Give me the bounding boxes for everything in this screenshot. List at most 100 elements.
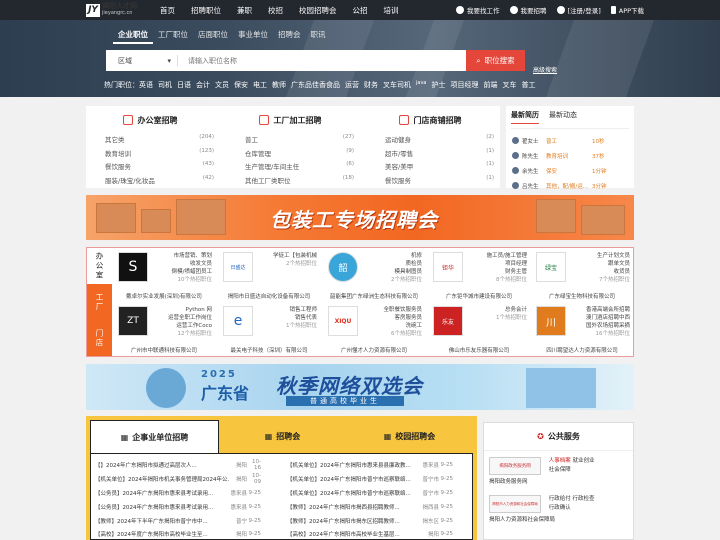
list-item[interactable]: 【机关单位】2024年揭阳市机关事务管理局2024年公... 揭阳 10-09 [95,473,261,485]
nav-training[interactable]: 培训 [376,5,407,16]
hot-keyword[interactable]: 运营 [345,80,359,90]
category-item[interactable]: 仓库管理 (9) [226,148,354,162]
nav-jobs[interactable]: 招聘职位 [183,5,229,16]
category-item[interactable]: 生产管理/车间主任 (6) [226,161,354,175]
resume-row[interactable]: 吕先生 其他，配/搬/运... 3分钟 [511,178,629,193]
list-item[interactable]: 【机关单位】2024年广东揭阳市普宁市巡察联络... 普宁市 9-25 [287,487,453,499]
tab-job-fair[interactable]: ▦ 招聘会 [219,420,346,453]
hot-keyword[interactable]: 司机 [158,80,172,90]
category-item[interactable]: 教育培训 (123) [86,148,214,162]
autumn-fair-banner[interactable]: 2025 广东省 秋季网络双选会 普通高校毕业生 [86,364,634,410]
list-item[interactable]: 【机关单位】2024年广东揭阳市普宁市巡察联络... 普宁市 9-25 [287,473,453,485]
company-card[interactable]: S 市场营销、策划 收发文员 倒模/喷蜡团员工 10个热招职位 戴卓尔实业发展(深圳)… [112,248,216,302]
find-job-link[interactable]: 我要找工作 [456,5,500,15]
resume-row[interactable]: 翟女士 普工 10秒 [511,133,629,148]
nav-public-recruit[interactable]: 公招 [345,5,376,16]
featured-companies: 办公室 工厂 门店 S 市场营销、策划 收发文员 倒模/喷蜡团员工 10个热招职位 戴… [86,247,634,357]
app-download-link[interactable]: APP下载 [610,5,644,15]
nav-campus[interactable]: 校招 [260,5,291,16]
category-item[interactable]: 服装/珠宝/化妆品 (42) [86,175,214,189]
company-card[interactable]: XIQU 全职餐饮服务员 客房服务员 洗碗工 6个热招职位 广州懂才人力资源有限公司 [322,302,426,356]
avatar [512,167,519,174]
category-item[interactable]: 美容/美甲 (1) [366,161,494,175]
tab-office[interactable]: 办公室 [87,248,112,284]
tab-institution[interactable]: 事业单位 [233,29,273,44]
search-input[interactable] [178,56,438,65]
hot-keyword[interactable]: 叉车 [502,80,516,90]
list-item[interactable]: 【公务员】2024年广东揭阳市惠来县考试录用... 惠来县 9-25 [95,501,261,513]
person-icon [509,6,518,14]
search-icon: ⌕ [476,55,481,65]
category-title[interactable]: 门店商铺招聘 [414,115,462,126]
company-card[interactable]: 钜华 施工员/施工管理 项目经理 财务主管 8个热招职位 广东钜华城市建设有限公司 [427,248,531,302]
list-item[interactable]: 【教师】2024年广东揭阳市揭东区招聘教师... 揭东区 9-25 [287,515,453,527]
hot-keyword[interactable]: 保安 [234,80,248,90]
hot-keyword[interactable]: 教师 [272,80,286,90]
packing-fair-banner[interactable]: 包装工专场招聘会 [86,195,634,240]
category-item[interactable]: 餐饮服务 (43) [86,161,214,175]
box-illustration [141,209,171,233]
company-card[interactable]: 绿宝 生产计划文员 跟单文员 收货员 7个热招职位 广东绿宝生物科技有限公司 [530,248,634,302]
category-title[interactable]: 办公室招聘 [138,115,178,126]
tab-institution-jobs[interactable]: ▦ 企事业单位招聘 [90,420,219,453]
hot-keyword[interactable]: java [416,80,426,90]
category-title[interactable]: 工厂加工招聘 [274,115,322,126]
hot-keyword[interactable]: 叉车司机 [383,80,411,90]
list-item[interactable]: 【教师】2024年广东揭阳市揭西县招聘教师... 揭西县 9-25 [287,501,453,513]
hot-keyword[interactable]: 普工 [521,80,535,90]
hot-keyword[interactable]: 项目经理 [450,80,478,90]
search-button[interactable]: ⌕ 职位搜索 [466,50,525,71]
tab-store-jobs[interactable]: 店面职位 [193,29,233,44]
company-card[interactable]: 乐友 总务会计 1个热招职位 佛山市乐友乐器有限公司 [427,302,531,356]
hot-keyword[interactable]: 电工 [253,80,267,90]
hot-keyword[interactable]: 日语 [177,80,191,90]
nav-campus-fair[interactable]: 校园招聘会 [291,5,345,16]
category-item[interactable]: 其它类 (204) [86,134,214,148]
category-item[interactable]: 其他工厂类职位 (18) [226,175,354,189]
nav-parttime[interactable]: 兼职 [229,5,260,16]
advanced-search-link[interactable]: 高级搜索 [533,65,557,74]
company-card[interactable]: 日盛达 学徒工【包装机械 2个热招职位 揭阳市日盛达自动化设备有限公司 [217,248,321,302]
tab-latest-resumes[interactable]: 最新简历 [511,110,539,124]
hot-keyword[interactable]: 文员 [215,80,229,90]
site-logo[interactable]: JY 揭阳人才网 jieyangrc.cn [86,3,137,17]
hot-keyword[interactable]: 广东品佳香食品 [291,80,340,90]
company-card[interactable]: ZT Python 网运营全职工作岗位 运营工作Coco 12个热招职位 广州市中联… [112,302,216,356]
hot-keyword[interactable]: 护士 [431,80,445,90]
category-item[interactable]: 超市/零售 (1) [366,148,494,162]
company-card[interactable]: 川 香港高端会所招聘 澳门酒店招聘中西 国外农场招聘采摘 16个热招职位 四川聘望达人… [530,302,634,356]
service-item[interactable]: 揭阳市人力资源和社会保障局 行政给付 行政检查 行政确认 揭阳人力资源和社会保障局 [489,495,595,523]
tab-store[interactable]: 门店 [87,320,112,356]
resume-row[interactable]: 陈先生 教育培训 37秒 [511,148,629,163]
main-nav: 首页 招聘职位 兼职 校招 校园招聘会 公招 培训 [152,0,407,20]
list-item[interactable]: 【公务员】2024年广东揭阳市惠来县考试录用... 惠来县 9-25 [95,487,261,499]
category-item[interactable]: 餐饮服务 (1) [366,175,494,189]
tab-factory[interactable]: 工厂 [87,284,112,320]
tab-factory-jobs[interactable]: 工厂职位 [153,29,193,44]
list-item[interactable]: 【】2024年广东揭阳市拟通过高层次人... 揭阳 10-16 [95,459,261,471]
category-item[interactable]: 普工 (27) [226,134,354,148]
category-item[interactable]: 运动健身 (2) [366,134,494,148]
tab-latest-news[interactable]: 最新动态 [549,110,577,124]
hot-keyword[interactable]: 英语 [139,80,153,90]
list-item[interactable]: 【教师】2024年下半年广东揭阳市普宁市中... 普宁 9-25 [95,515,261,527]
resume-row[interactable]: 余先生 保安 1分钟 [511,163,629,178]
list-item[interactable]: 【机关单位】2024年广东揭阳市惠来县县廉政教... 惠来县 9-25 [287,459,453,471]
company-name: 四川聘望达人力资源有限公司 [546,348,618,354]
tab-campus-fair[interactable]: ▦ 校园招聘会 [346,420,473,453]
company-card[interactable]: e 销售工程师 销售代表 1个热招职位 最关电子科技（深圳）有限公司 [217,302,321,356]
nav-home[interactable]: 首页 [152,5,183,16]
hot-keyword[interactable]: 财务 [364,80,378,90]
recruit-link[interactable]: 我要招聘 [509,5,547,15]
tab-company-jobs[interactable]: 企业职位 [113,29,153,44]
company-card[interactable]: 韶 机修 质检员 模具制图员 2个热招职位 韶能集团广东绿洲生态科技有限公司 [322,248,426,302]
area-select[interactable]: 区域 ▾ [106,55,178,66]
hot-keyword[interactable]: 前端 [483,80,497,90]
hot-keyword[interactable]: 会计 [196,80,210,90]
list-item[interactable]: 【高校】2024年度广东揭阳市高校毕业生至... 揭阳 9-25 [95,528,261,540]
list-item[interactable]: 【高校】2024年广东揭阳市高校毕业生基层... 揭阳 9-25 [287,528,453,540]
login-link[interactable]: [注册/登录] [556,5,601,15]
tab-news[interactable]: 职讯 [306,29,331,44]
tab-job-fair[interactable]: 招聘会 [273,29,306,44]
service-item[interactable]: 揭阳政务服务网 人事档案 就业创业 社会保障 揭阳政务服务网 [489,457,595,485]
